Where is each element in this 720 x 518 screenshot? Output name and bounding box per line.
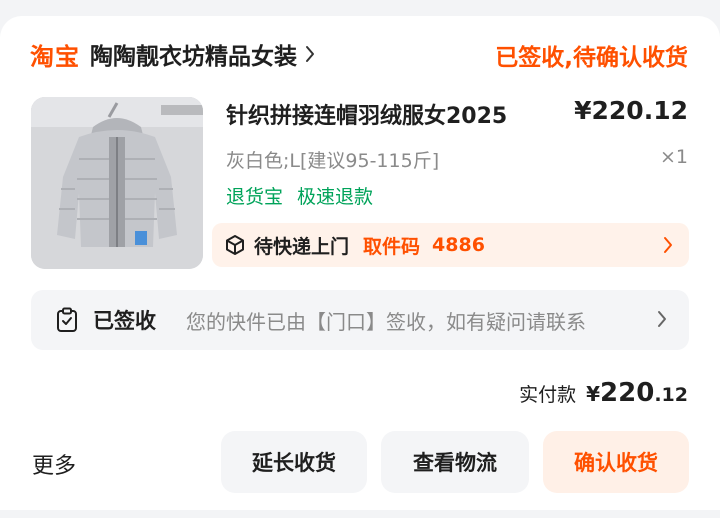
product-title[interactable]: 针织拼接连帽羽绒服女2025 — [226, 98, 507, 130]
view-logistics-button[interactable]: 查看物流 — [381, 431, 529, 493]
tag-return-insurance: 退货宝 — [226, 186, 284, 208]
product-variant: 灰白色;L[建议95-115斤] — [226, 150, 440, 172]
logistics-status: 已签收 — [93, 309, 156, 333]
confirm-receipt-button[interactable]: 确认收货 — [543, 431, 689, 493]
total-integer: 220 — [600, 378, 655, 408]
shop-name[interactable]: 陶陶靓衣坊精品女装 — [90, 37, 297, 71]
product-quantity: ×1 — [659, 146, 688, 168]
product-image[interactable] — [31, 97, 203, 269]
service-tags: 退货宝 极速退款 — [226, 182, 373, 209]
pickup-banner[interactable]: 待快递上门 取件码 4886 — [212, 223, 689, 267]
total-label: 实付款 — [519, 384, 577, 406]
taobao-logo: 淘宝 — [30, 42, 80, 71]
product-price: ¥220.12 — [574, 96, 688, 125]
chevron-right-icon[interactable] — [657, 310, 667, 328]
logistics-message: 您的快件已由【门口】签收，如有疑问请联系 — [186, 309, 586, 334]
clipboard-check-icon — [55, 307, 79, 333]
pickup-code-label: 取件码 — [363, 235, 421, 258]
total-currency: ¥ — [586, 382, 601, 406]
pickup-status: 待快递上门 — [254, 235, 350, 258]
extend-receipt-button[interactable]: 延长收货 — [221, 431, 367, 493]
pickup-code: 4886 — [432, 234, 485, 256]
chevron-right-icon[interactable] — [305, 45, 315, 63]
more-button[interactable]: 更多 — [32, 448, 76, 480]
order-status: 已签收,待确认收货 — [495, 45, 688, 71]
logistics-banner[interactable]: 已签收 您的快件已由【门口】签收，如有疑问请联系 — [31, 290, 689, 350]
package-icon — [224, 234, 246, 256]
shop-header[interactable]: 淘宝 陶陶靓衣坊精品女装 — [30, 37, 315, 71]
tag-fast-refund: 极速退款 — [297, 186, 374, 208]
padded-jacket-photo-icon — [31, 97, 203, 269]
chevron-right-icon[interactable] — [663, 236, 673, 254]
payment-total: 实付款 ¥ 220 .12 — [519, 378, 688, 408]
total-decimal: .12 — [654, 384, 688, 406]
